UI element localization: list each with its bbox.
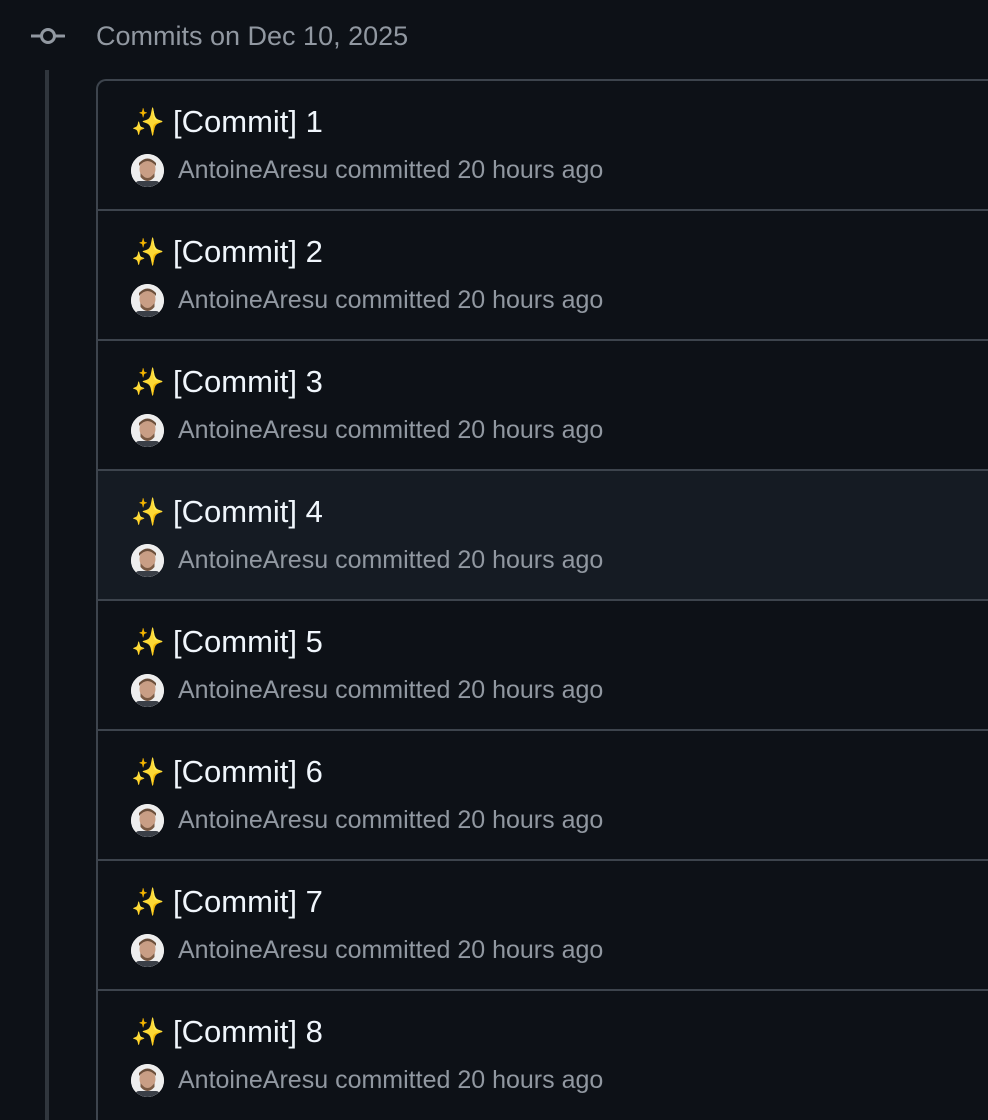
commit-byline: AntoineAresu committed 20 hours ago <box>178 284 603 317</box>
commit-list: ✨ [Commit] 1 AntoineAresu committed 20 h… <box>96 79 988 1120</box>
commit-byline: AntoineAresu committed 20 hours ago <box>178 544 603 577</box>
commit-row[interactable]: ✨ [Commit] 2 AntoineAresu committed 20 h… <box>98 211 988 341</box>
commit-meta: AntoineAresu committed 20 hours ago <box>131 934 603 967</box>
avatar[interactable] <box>131 154 164 187</box>
commit-action: committed <box>335 546 451 574</box>
sparkles-icon: ✨ <box>131 627 165 657</box>
commit-relative-time: 20 hours ago <box>457 936 604 964</box>
timeline-line <box>45 70 49 1120</box>
commit-relative-time: 20 hours ago <box>457 156 604 184</box>
commit-author-link[interactable]: AntoineAresu <box>178 936 328 964</box>
commit-author-link[interactable]: AntoineAresu <box>178 806 328 834</box>
commit-title-link[interactable]: [Commit] 3 <box>173 363 323 401</box>
avatar[interactable] <box>131 414 164 447</box>
commit-title-link[interactable]: [Commit] 4 <box>173 493 323 531</box>
commit-author-link[interactable]: AntoineAresu <box>178 1066 328 1094</box>
avatar[interactable] <box>131 544 164 577</box>
commit-author-link[interactable]: AntoineAresu <box>178 676 328 704</box>
avatar[interactable] <box>131 1064 164 1097</box>
commit-author-link[interactable]: AntoineAresu <box>178 286 328 314</box>
commit-action: committed <box>335 416 451 444</box>
commit-title: ✨ [Commit] 1 <box>131 103 323 141</box>
git-commit-icon <box>31 28 65 44</box>
commit-row[interactable]: ✨ [Commit] 8 AntoineAresu committed 20 h… <box>98 991 988 1120</box>
commit-meta: AntoineAresu committed 20 hours ago <box>131 544 603 577</box>
sparkles-icon: ✨ <box>131 1017 165 1047</box>
commit-action: committed <box>335 156 451 184</box>
commit-action: committed <box>335 1066 451 1094</box>
commit-title-link[interactable]: [Commit] 8 <box>173 1013 323 1051</box>
commit-meta: AntoineAresu committed 20 hours ago <box>131 154 603 187</box>
commit-title: ✨ [Commit] 4 <box>131 493 323 531</box>
commit-meta: AntoineAresu committed 20 hours ago <box>131 804 603 837</box>
commit-title-link[interactable]: [Commit] 1 <box>173 103 323 141</box>
avatar[interactable] <box>131 284 164 317</box>
commit-author-link[interactable]: AntoineAresu <box>178 416 328 444</box>
commit-row[interactable]: ✨ [Commit] 4 AntoineAresu committed 20 h… <box>98 471 988 601</box>
sparkles-icon: ✨ <box>131 107 165 137</box>
commit-title: ✨ [Commit] 2 <box>131 233 323 271</box>
commit-action: committed <box>335 936 451 964</box>
commit-action: committed <box>335 676 451 704</box>
commit-meta: AntoineAresu committed 20 hours ago <box>131 1064 603 1097</box>
commit-title-link[interactable]: [Commit] 2 <box>173 233 323 271</box>
commit-byline: AntoineAresu committed 20 hours ago <box>178 804 603 837</box>
commit-relative-time: 20 hours ago <box>457 676 604 704</box>
commit-action: committed <box>335 806 451 834</box>
commit-action: committed <box>335 286 451 314</box>
commit-author-link[interactable]: AntoineAresu <box>178 546 328 574</box>
commit-row[interactable]: ✨ [Commit] 6 AntoineAresu committed 20 h… <box>98 731 988 861</box>
commit-row[interactable]: ✨ [Commit] 3 AntoineAresu committed 20 h… <box>98 341 988 471</box>
commit-meta: AntoineAresu committed 20 hours ago <box>131 414 603 447</box>
commit-byline: AntoineAresu committed 20 hours ago <box>178 674 603 707</box>
commit-byline: AntoineAresu committed 20 hours ago <box>178 154 603 187</box>
avatar[interactable] <box>131 934 164 967</box>
sparkles-icon: ✨ <box>131 887 165 917</box>
commit-title: ✨ [Commit] 7 <box>131 883 323 921</box>
commit-meta: AntoineAresu committed 20 hours ago <box>131 284 603 317</box>
commit-author-link[interactable]: AntoineAresu <box>178 156 328 184</box>
avatar[interactable] <box>131 674 164 707</box>
commit-relative-time: 20 hours ago <box>457 546 604 574</box>
commit-meta: AntoineAresu committed 20 hours ago <box>131 674 603 707</box>
commit-group-date-header: Commits on Dec 10, 2025 <box>96 21 409 51</box>
commit-title-link[interactable]: [Commit] 7 <box>173 883 323 921</box>
sparkles-icon: ✨ <box>131 237 165 267</box>
commit-title: ✨ [Commit] 8 <box>131 1013 323 1051</box>
commit-title-link[interactable]: [Commit] 5 <box>173 623 323 661</box>
commit-title: ✨ [Commit] 5 <box>131 623 323 661</box>
commit-title: ✨ [Commit] 6 <box>131 753 323 791</box>
commit-byline: AntoineAresu committed 20 hours ago <box>178 1064 603 1097</box>
sparkles-icon: ✨ <box>131 757 165 787</box>
sparkles-icon: ✨ <box>131 497 165 527</box>
commit-title: ✨ [Commit] 3 <box>131 363 323 401</box>
commits-timeline: Commits on Dec 10, 2025 ✨ [Commit] 1 Ant… <box>0 0 988 1120</box>
commit-byline: AntoineAresu committed 20 hours ago <box>178 934 603 967</box>
avatar[interactable] <box>131 804 164 837</box>
commit-row[interactable]: ✨ [Commit] 5 AntoineAresu committed 20 h… <box>98 601 988 731</box>
commit-relative-time: 20 hours ago <box>457 286 604 314</box>
commit-relative-time: 20 hours ago <box>457 416 604 444</box>
commit-relative-time: 20 hours ago <box>457 806 604 834</box>
commit-row[interactable]: ✨ [Commit] 1 AntoineAresu committed 20 h… <box>98 81 988 211</box>
sparkles-icon: ✨ <box>131 367 165 397</box>
commit-byline: AntoineAresu committed 20 hours ago <box>178 414 603 447</box>
commit-title-link[interactable]: [Commit] 6 <box>173 753 323 791</box>
commit-relative-time: 20 hours ago <box>457 1066 604 1094</box>
commit-row[interactable]: ✨ [Commit] 7 AntoineAresu committed 20 h… <box>98 861 988 991</box>
